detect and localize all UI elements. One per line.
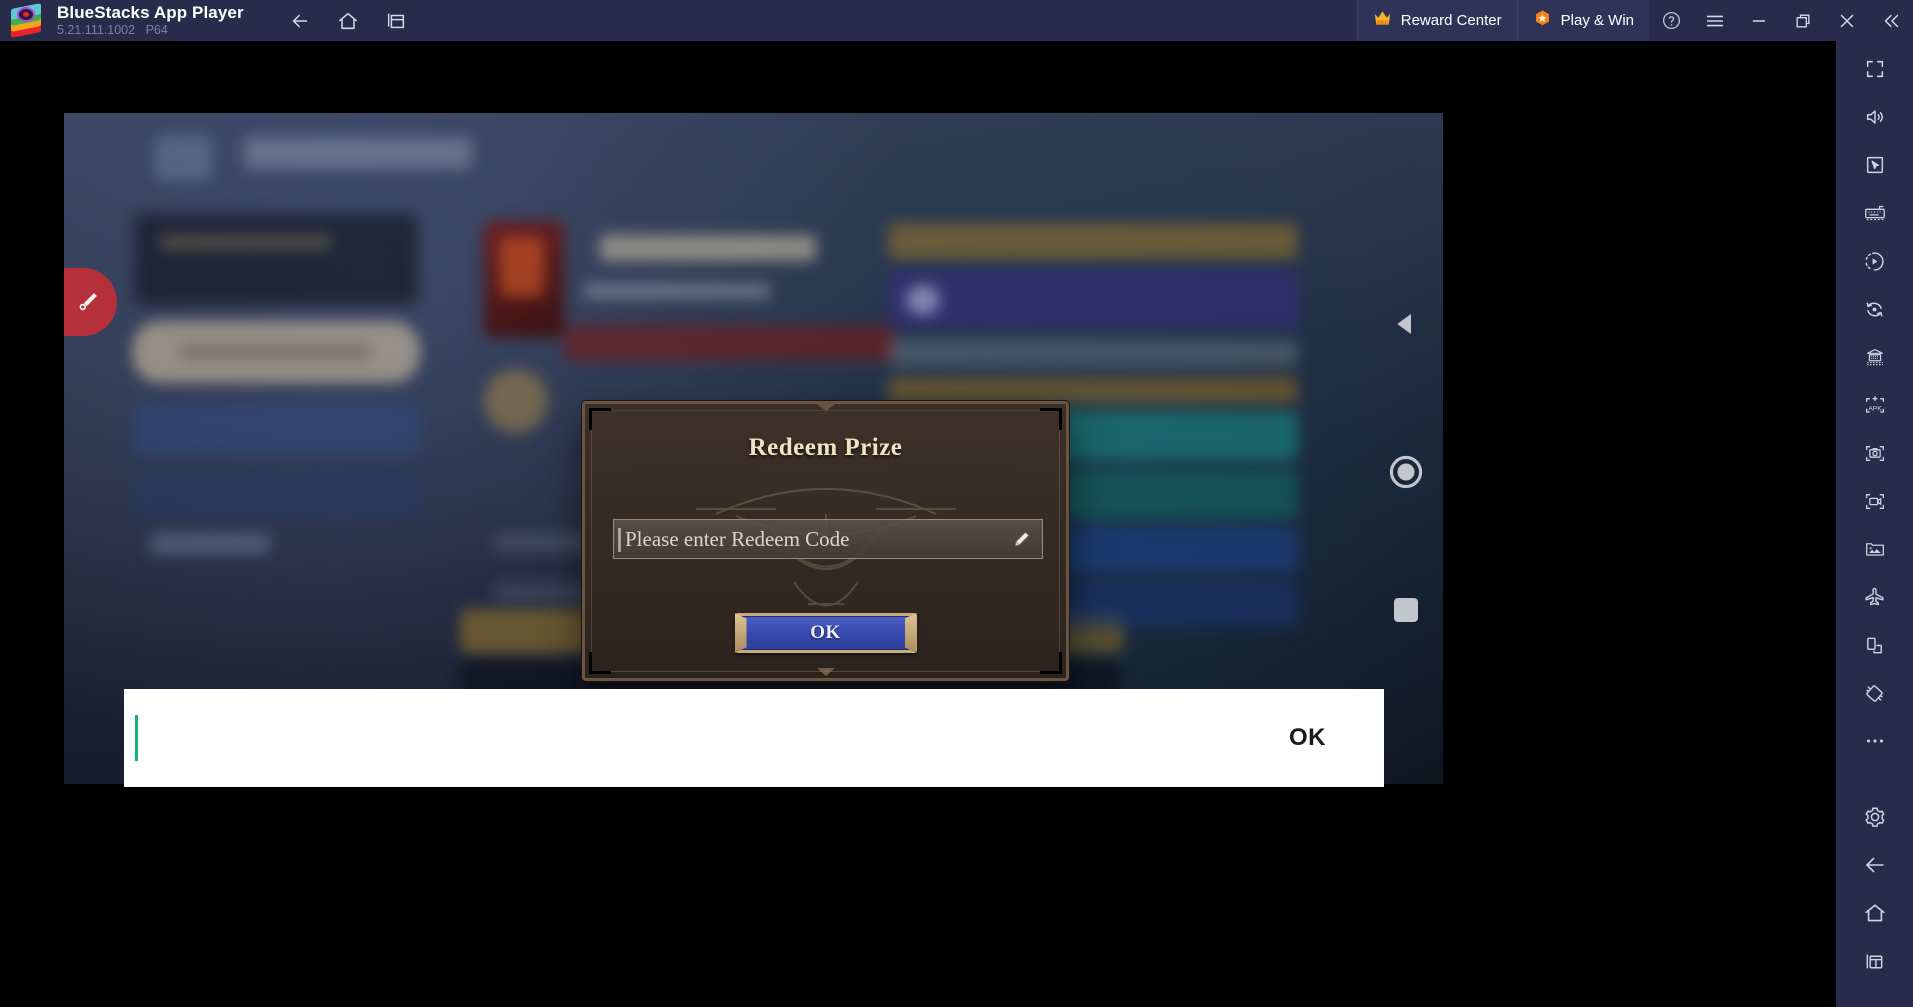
rotate-icon[interactable] [1849,673,1901,713]
media-manager-icon[interactable] [1849,529,1901,569]
recents-panel-icon[interactable] [1849,941,1901,981]
pencil-edit-icon [1010,529,1032,556]
location-airplane-icon[interactable] [1849,577,1901,617]
screenshot-icon[interactable] [1849,433,1901,473]
hamburger-menu-icon[interactable] [1693,0,1737,41]
home-outline-icon[interactable] [1849,893,1901,933]
install-apk-icon[interactable]: APK [1849,385,1901,425]
redeem-code-input[interactable]: Please enter Redeem Code [613,519,1043,559]
volume-icon[interactable] [1849,97,1901,137]
app-window: BlueStacks App Player 5.21.111.1002 P64 … [0,0,1913,1007]
ime-text-field[interactable] [138,689,1289,787]
settings-gear-icon[interactable] [1849,797,1901,837]
back-arrow-icon[interactable] [1849,845,1901,885]
reward-center-label: Reward Center [1400,12,1502,29]
multi-instance-manager-icon[interactable] [1849,337,1901,377]
more-options-icon[interactable] [1849,721,1901,761]
redeem-code-placeholder: Please enter Redeem Code [625,526,850,551]
fullscreen-icon[interactable] [1849,49,1901,89]
star-badge-icon [1533,9,1552,33]
ime-ok-button[interactable]: OK [1289,724,1326,752]
title-bar: BlueStacks App Player 5.21.111.1002 P64 … [0,0,1913,41]
dialog-top-notch [816,404,835,411]
title-bar-nav [280,1,416,41]
android-home-button[interactable] [1387,453,1425,496]
macro-play-icon[interactable] [1849,241,1901,281]
app-title: BlueStacks App Player [57,2,244,22]
ime-input-bar: OK [124,689,1384,787]
dialog-ok-button[interactable]: OK [734,613,917,653]
minimize-icon[interactable] [1737,0,1781,41]
cursor-pointer-icon[interactable] [1849,145,1901,185]
bluestacks-logo-icon [9,2,43,38]
ok-ornament-right [904,613,917,653]
help-icon[interactable] [1649,0,1693,41]
brush-icon [79,293,97,311]
multi-instance-icon[interactable] [376,1,416,41]
dialog-corner-tl [589,408,611,430]
version-bitness: P64 [145,23,168,38]
reward-center-button[interactable]: Reward Center [1356,0,1517,41]
window-controls [1649,0,1913,41]
android-navigation-bar [1369,113,1443,784]
dialog-ok-label: OK [810,622,841,643]
dialog-corner-br [1040,652,1062,674]
app-title-block: BlueStacks App Player 5.21.111.1002 P64 [57,2,244,38]
tools-sidebar: APK [1836,41,1913,1007]
ok-ornament-left [734,613,747,653]
collapse-sidebar-icon[interactable] [1869,0,1913,41]
sync-operations-icon[interactable] [1849,289,1901,329]
dialog-corner-bl [589,652,611,674]
game-viewport[interactable]: Redeem Prize Please enter Redeem Code OK [64,113,1443,784]
keyboard-icon[interactable] [1849,193,1901,233]
redeem-prize-dialog: Redeem Prize Please enter Redeem Code OK [582,401,1069,681]
android-back-button[interactable] [1391,309,1421,344]
dialog-title: Redeem Prize [748,434,903,461]
crown-icon [1373,10,1392,32]
version-number: 5.21.111.1002 [57,23,136,38]
input-caret [618,528,621,552]
android-recents-button[interactable] [1394,598,1418,622]
emulator-stage: Redeem Prize Please enter Redeem Code OK [0,41,1836,1007]
dialog-corner-tr [1040,408,1062,430]
restore-icon[interactable] [1781,0,1825,41]
home-icon[interactable] [328,1,368,41]
close-icon[interactable] [1825,0,1869,41]
record-screen-icon[interactable] [1849,481,1901,521]
dialog-bottom-notch [816,668,835,676]
app-version: 5.21.111.1002 P64 [57,24,244,37]
shake-device-icon[interactable] [1849,625,1901,665]
play-and-win-button[interactable]: Play & Win [1516,0,1649,41]
svg-text:APK: APK [1868,405,1882,412]
back-icon[interactable] [280,1,320,41]
play-and-win-label: Play & Win [1560,12,1634,29]
